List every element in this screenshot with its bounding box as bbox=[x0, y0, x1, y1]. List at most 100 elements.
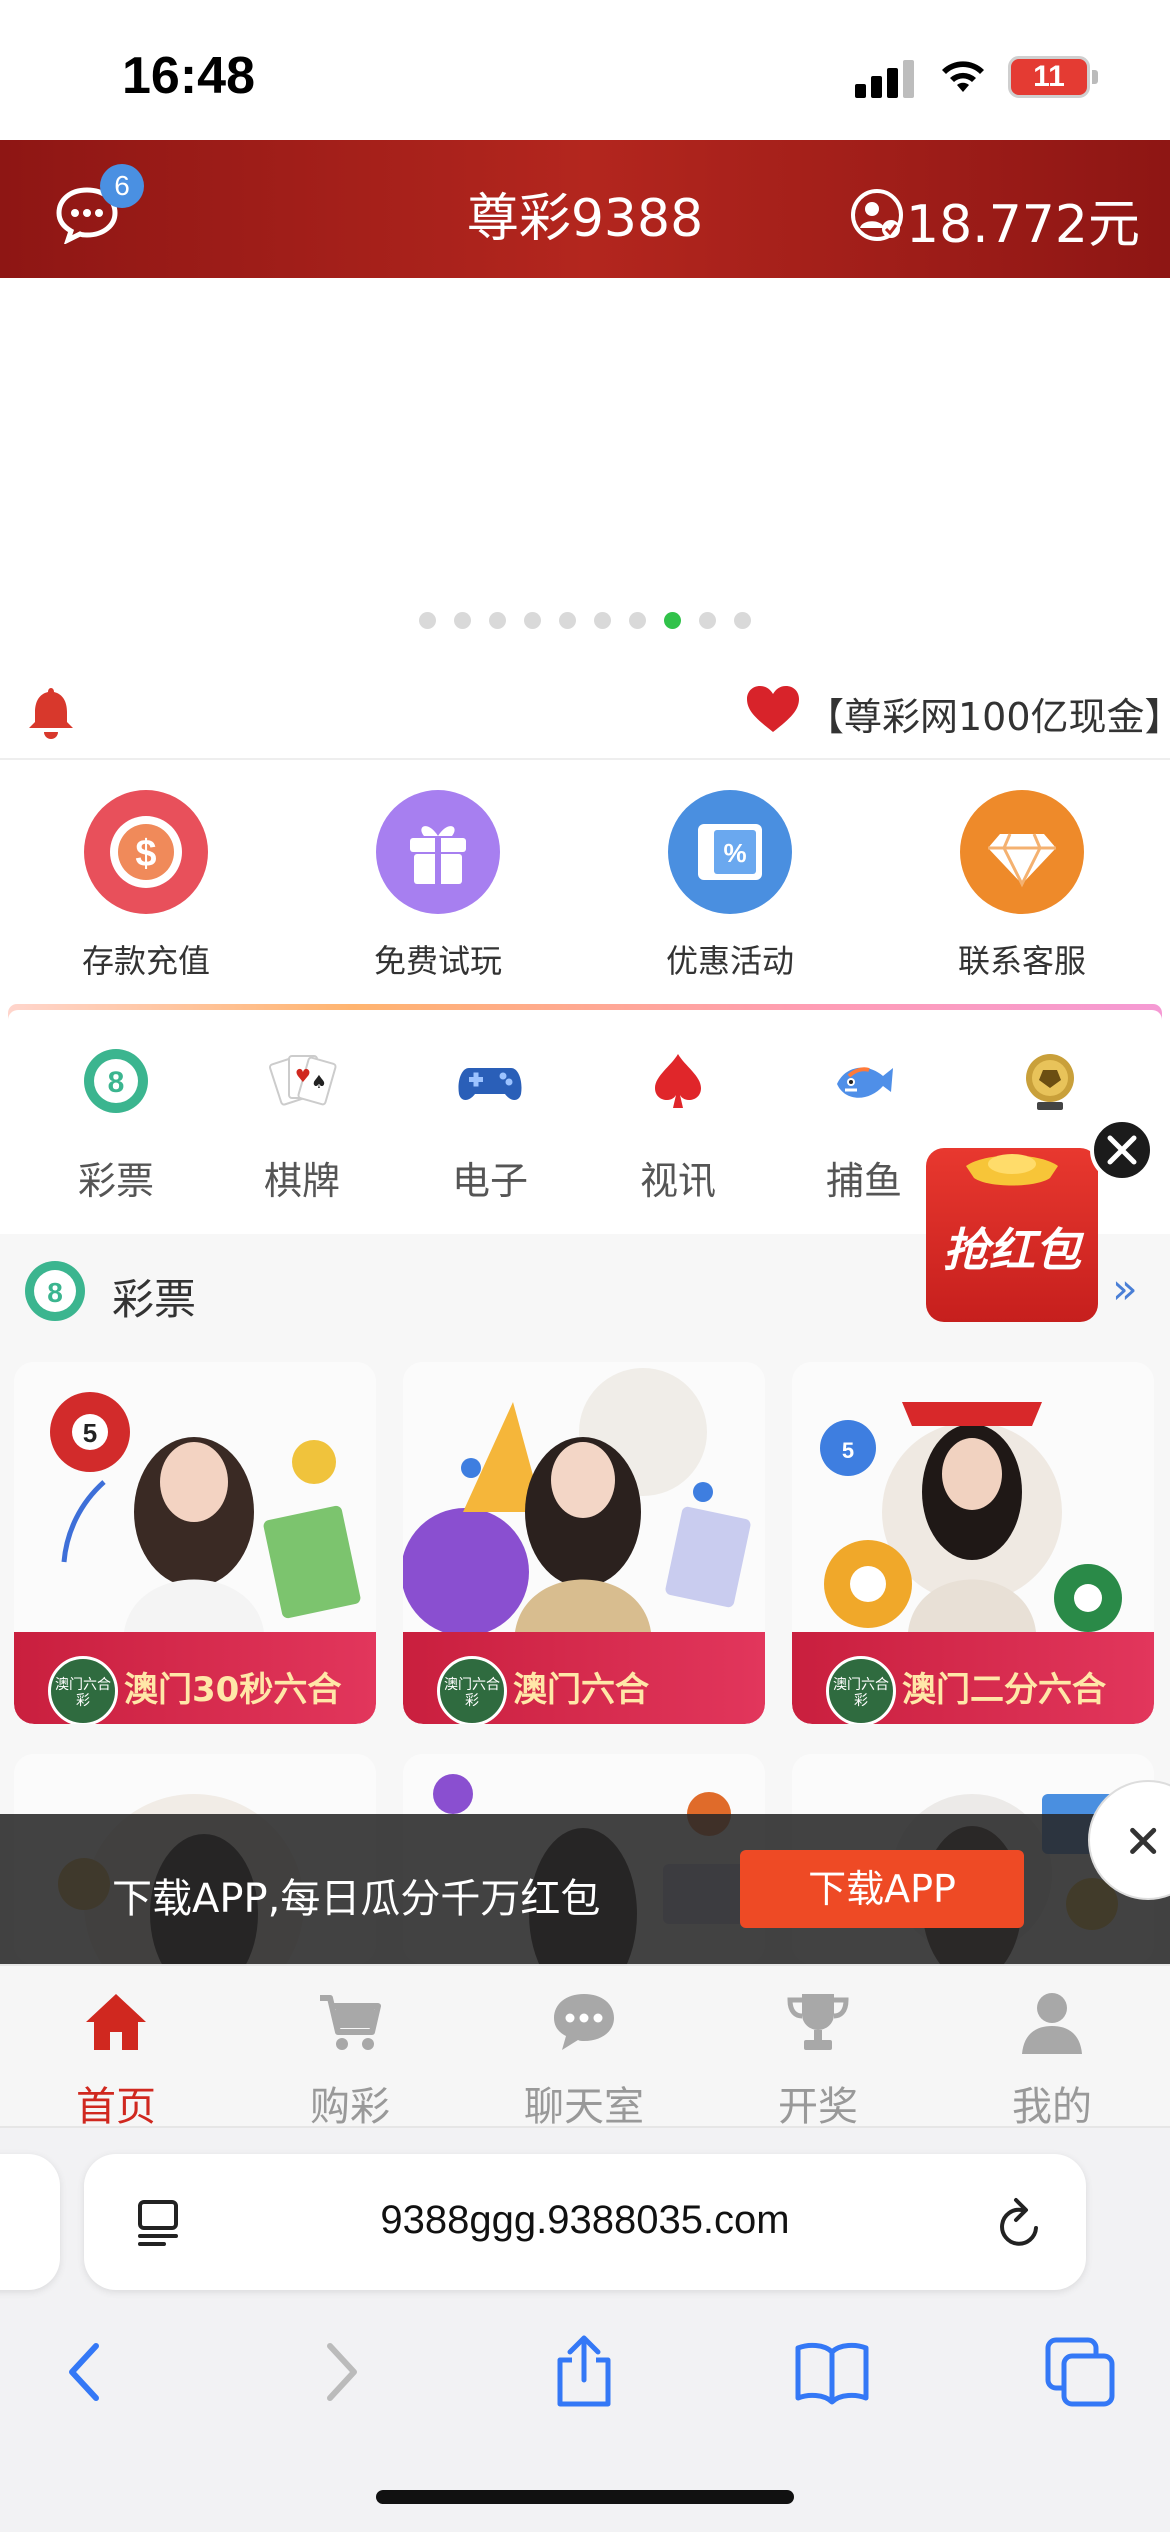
category-label: 视讯 bbox=[639, 1159, 716, 1203]
previous-tab-preview[interactable] bbox=[0, 2154, 60, 2290]
category-label: 彩票 bbox=[77, 1159, 154, 1203]
category-lottery[interactable]: 8 彩票 bbox=[36, 1046, 196, 1205]
diamond-icon bbox=[960, 790, 1084, 914]
card-logo: 澳门六合彩 bbox=[48, 1656, 118, 1724]
deposit-label: 存款充值 bbox=[81, 942, 210, 980]
tab-draw-results[interactable]: 开奖 bbox=[718, 1988, 918, 2132]
tab-label: 聊天室 bbox=[524, 2084, 644, 2130]
lottery-card[interactable]: 5 澳门六合彩 澳门二分六合 bbox=[792, 1362, 1154, 1724]
download-banner: 下载APP,每日瓜分千万红包 下载APP bbox=[0, 1814, 1170, 1964]
carousel-dot[interactable] bbox=[664, 612, 681, 629]
battery-level: 11 bbox=[1033, 60, 1065, 93]
red-envelope-button[interactable]: 抢红包 bbox=[926, 1148, 1098, 1322]
download-app-button[interactable]: 下载APP bbox=[740, 1850, 1024, 1928]
gamepad-icon bbox=[458, 1068, 522, 1100]
carousel-dots bbox=[0, 612, 1170, 632]
battery-tip bbox=[1092, 70, 1098, 84]
lottery-card[interactable]: 澳门六合彩 澳门六合 bbox=[403, 1362, 765, 1724]
red-envelope-label: 抢红包 bbox=[943, 1223, 1081, 1277]
carousel-dot[interactable] bbox=[419, 612, 436, 629]
customer-service-button[interactable]: 联系客服 bbox=[922, 790, 1122, 982]
promotions-button[interactable]: % 优惠活动 bbox=[630, 790, 830, 982]
carousel-dot[interactable] bbox=[454, 612, 471, 629]
home-icon bbox=[86, 1994, 146, 2050]
download-close-button[interactable] bbox=[1088, 1780, 1170, 1900]
close-icon bbox=[1130, 1827, 1157, 1855]
forward-icon[interactable] bbox=[300, 2334, 376, 2410]
carousel-dot[interactable] bbox=[629, 612, 646, 629]
bottom-tab-bar: 首页 购彩 聊天室 开奖 我的 bbox=[0, 1964, 1170, 2130]
tab-chat-room[interactable]: 聊天室 bbox=[484, 1988, 684, 2132]
card-name: 澳门二分六合 bbox=[902, 1670, 1106, 1710]
category-fishing[interactable]: 捕鱼 bbox=[784, 1046, 944, 1205]
card-name: 澳门30秒六合 bbox=[124, 1670, 342, 1710]
browser-toolbar: 9388ggg.9388035.com bbox=[0, 2128, 1170, 2532]
tab-label: 开奖 bbox=[778, 2084, 858, 2130]
category-chess[interactable]: ♥ ♠ 棋牌 bbox=[222, 1046, 382, 1205]
address-bar[interactable]: 9388ggg.9388035.com bbox=[84, 2154, 1086, 2290]
lottery-card[interactable]: 5 澳门六合彩 澳门30秒六合 bbox=[14, 1362, 376, 1724]
card-logo: 澳门六合彩 bbox=[826, 1656, 896, 1724]
bell-icon bbox=[29, 688, 73, 739]
category-electronic[interactable]: 电子 bbox=[410, 1046, 570, 1205]
carousel-dot[interactable] bbox=[699, 612, 716, 629]
tab-profile[interactable]: 我的 bbox=[952, 1988, 1152, 2132]
svg-text:5: 5 bbox=[83, 1418, 97, 1448]
cellular-signal-icon bbox=[855, 58, 915, 98]
trophy-icon bbox=[787, 1994, 849, 2050]
back-icon[interactable] bbox=[50, 2334, 126, 2410]
heart-icon bbox=[747, 686, 799, 732]
tab-label: 购彩 bbox=[310, 2084, 390, 2130]
card-image: 5 bbox=[792, 1362, 1154, 1632]
gift-icon bbox=[376, 790, 500, 914]
tab-buy-lottery[interactable]: 购彩 bbox=[250, 1988, 450, 2132]
carousel-dot[interactable] bbox=[524, 612, 541, 629]
discount-ticket-icon: % bbox=[668, 790, 792, 914]
bookmarks-icon[interactable] bbox=[794, 2334, 870, 2410]
user-account-icon[interactable] bbox=[850, 188, 904, 242]
svg-text:%: % bbox=[723, 838, 746, 868]
football-icon bbox=[1026, 1054, 1074, 1110]
svg-text:5: 5 bbox=[842, 1438, 854, 1463]
lottery-ball-icon: 8 bbox=[25, 1261, 85, 1321]
divider-cover bbox=[8, 1010, 1162, 1024]
share-icon[interactable] bbox=[546, 2334, 622, 2410]
wifi-icon bbox=[942, 61, 984, 92]
status-time: 16:48 bbox=[122, 47, 255, 105]
reload-icon[interactable] bbox=[992, 2196, 1046, 2252]
customer-service-label: 联系客服 bbox=[957, 942, 1086, 980]
cart-icon bbox=[320, 1995, 381, 2050]
app-header: 6 尊彩9388 18.772元 bbox=[0, 140, 1170, 278]
svg-text:♥: ♥ bbox=[295, 1066, 311, 1087]
spade-icon bbox=[655, 1054, 701, 1108]
category-label: 捕鱼 bbox=[825, 1159, 902, 1203]
card-name: 澳门六合 bbox=[513, 1670, 649, 1710]
notice-text: 【尊彩网100亿现金】 bbox=[806, 695, 1170, 739]
tab-label: 首页 bbox=[76, 2084, 156, 2130]
free-trial-button[interactable]: 免费试玩 bbox=[338, 790, 538, 982]
tab-home[interactable]: 首页 bbox=[16, 1988, 216, 2132]
carousel-dot[interactable] bbox=[489, 612, 506, 629]
gold-ingot-icon bbox=[966, 1154, 1058, 1186]
deposit-button[interactable]: $ 存款充值 bbox=[46, 790, 246, 982]
quick-actions: $ 存款充值 免费试玩 % 优惠活动 联系客服 bbox=[0, 760, 1170, 1000]
carousel-dot[interactable] bbox=[559, 612, 576, 629]
status-bar: 16:48 11 bbox=[0, 0, 1170, 140]
category-live[interactable]: 视讯 bbox=[598, 1046, 758, 1205]
free-trial-label: 免费试玩 bbox=[373, 942, 502, 980]
account-balance[interactable]: 18.772元 bbox=[906, 182, 1140, 257]
section-more-link[interactable]: » bbox=[1112, 1264, 1138, 1313]
chat-icon bbox=[554, 1994, 614, 2050]
svg-text:8: 8 bbox=[108, 1066, 125, 1099]
notice-bar[interactable]: 【尊彩网100亿现金】 bbox=[0, 670, 1170, 760]
carousel-dot[interactable] bbox=[594, 612, 611, 629]
profile-icon bbox=[1022, 1993, 1082, 2054]
svg-text:8: 8 bbox=[47, 1277, 63, 1308]
category-label: 棋牌 bbox=[263, 1159, 340, 1203]
tabs-icon[interactable] bbox=[1042, 2334, 1118, 2410]
download-promo-text: 下载APP,每日瓜分千万红包 bbox=[112, 1876, 601, 1922]
carousel-dot[interactable] bbox=[734, 612, 751, 629]
tab-label: 我的 bbox=[1012, 2084, 1092, 2130]
dollar-coin-icon: $ bbox=[84, 790, 208, 914]
red-envelope-close-button[interactable] bbox=[1090, 1118, 1154, 1182]
